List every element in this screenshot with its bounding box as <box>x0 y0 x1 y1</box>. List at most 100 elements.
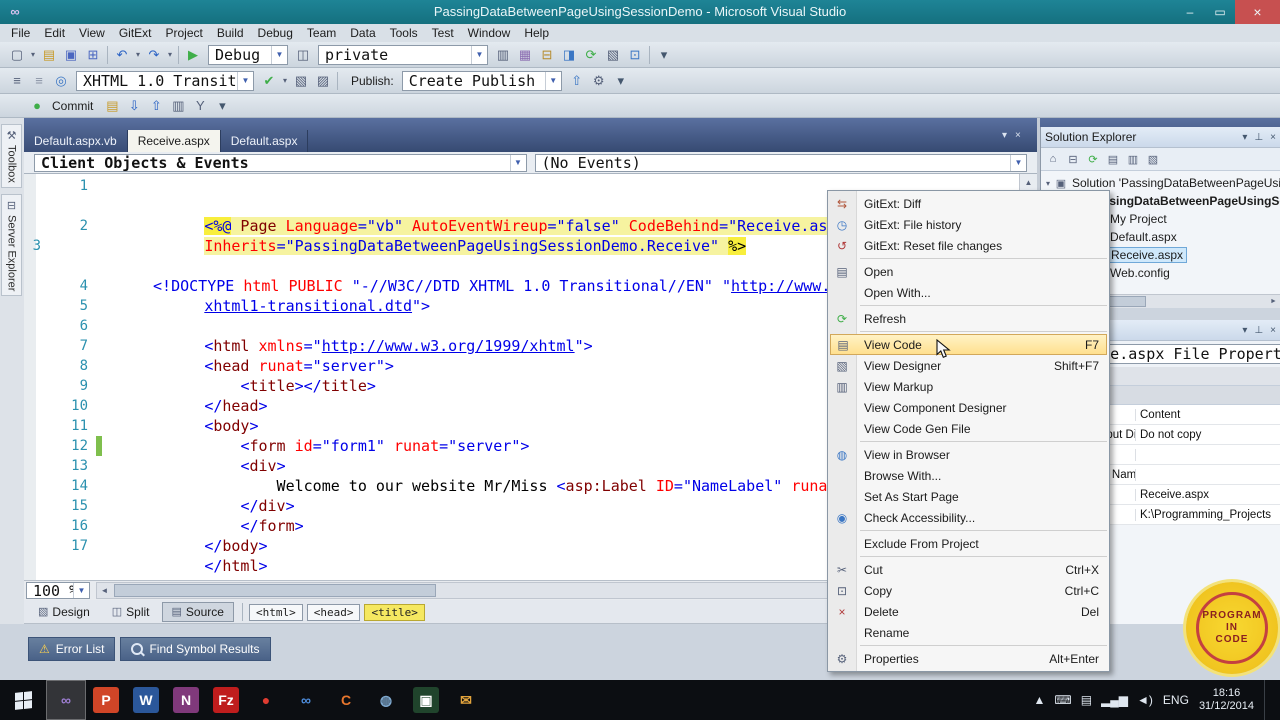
package-manager-icon[interactable]: ▦ <box>514 44 536 66</box>
start-debug-icon[interactable]: ▶ <box>182 44 204 66</box>
home-icon[interactable]: ⌂ <box>1043 150 1063 168</box>
view-code-icon[interactable]: ▥ <box>1123 150 1143 168</box>
menu-project[interactable]: Project <box>159 25 210 41</box>
commit-icon[interactable]: ● <box>26 95 48 117</box>
scrollbar-thumb[interactable] <box>114 584 436 597</box>
save-icon[interactable]: ▣ <box>60 44 82 66</box>
menu-cut[interactable]: ✂ Cut Ctrl+X <box>828 559 1109 580</box>
menu-window[interactable]: Window <box>461 25 518 41</box>
property-value[interactable]: Content <box>1136 409 1280 421</box>
pin-icon[interactable]: ⊥ <box>1254 325 1263 336</box>
browser-globe-taskbar-icon[interactable]: ◍ <box>366 680 406 720</box>
close-icon[interactable]: × <box>1270 325 1276 336</box>
menu-open-with[interactable]: Open With... <box>828 282 1109 303</box>
save-all-icon[interactable]: ⊞ <box>82 44 104 66</box>
properties-icon[interactable]: ▧ <box>1143 150 1163 168</box>
pull-icon[interactable]: ⇩ <box>123 95 145 117</box>
language-indicator[interactable]: ENG <box>1163 693 1189 707</box>
overflow-chevron-icon[interactable]: ▾ <box>653 44 675 66</box>
menu-rename[interactable]: Rename <box>828 622 1109 643</box>
format-list-icon[interactable]: ≡ <box>6 70 28 92</box>
show-desktop-button[interactable] <box>1264 680 1270 720</box>
target-schema-combo[interactable]: XHTML 1.0 Transition▼ <box>76 70 254 91</box>
menu-view-code[interactable]: ▤ View Code F7 <box>830 334 1107 355</box>
split-view-button[interactable]: ◫ Split <box>102 602 160 622</box>
visual-studio-taskbar-icon[interactable]: ∞ <box>46 680 86 720</box>
visual-studio-blue-taskbar-icon[interactable]: ∞ <box>286 680 326 720</box>
target-schema-icon[interactable]: ◎ <box>50 70 72 92</box>
close-icon[interactable]: × <box>1270 132 1276 143</box>
side-tab-toolbox[interactable]: ⚒ Toolbox <box>1 124 22 188</box>
commit-button[interactable]: Commit <box>52 99 93 113</box>
minimize-button[interactable]: – <box>1175 0 1205 24</box>
window-menu-icon[interactable]: ▾ <box>1242 132 1247 143</box>
scroll-left-icon[interactable]: ◄ <box>97 586 112 595</box>
expander-icon[interactable]: ▾ <box>1043 179 1053 188</box>
close-document-icon[interactable]: × <box>1015 130 1021 141</box>
show-hidden-icons-icon[interactable]: ▲ <box>1034 693 1046 707</box>
events-combo[interactable]: (No Events) ▼ <box>534 153 1027 172</box>
close-button[interactable]: × <box>1235 0 1280 24</box>
dropdown-arrow-icon[interactable]: ▾ <box>280 70 290 92</box>
publish-settings-combo[interactable]: Create Publish Settings▼ <box>401 70 562 91</box>
menu-copy[interactable]: ⊡ Copy Ctrl+C <box>828 580 1109 601</box>
menu-view-code-gen-file[interactable]: View Code Gen File <box>828 418 1109 439</box>
new-file-icon[interactable]: ▢ <box>6 44 28 66</box>
touch-keyboard-icon[interactable]: ⌨ <box>1054 693 1071 707</box>
toolbar-separator[interactable] <box>337 71 338 90</box>
menu-team[interactable]: Team <box>300 25 343 41</box>
show-all-files-icon[interactable]: ▤ <box>1103 150 1123 168</box>
menu-debug[interactable]: Debug <box>251 25 300 41</box>
branch-icon[interactable]: Y <box>189 95 211 117</box>
design-view-button[interactable]: ▧ Design <box>28 602 100 622</box>
refresh-icon[interactable]: ⟳ <box>580 44 602 66</box>
settings-gear-icon[interactable]: ⚙ <box>588 70 610 92</box>
active-files-dropdown-icon[interactable]: ▾ <box>1002 130 1007 141</box>
error-list-tab[interactable]: ⚠ Error List <box>28 637 116 661</box>
network-icon[interactable]: ▂▄▆ <box>1101 693 1128 707</box>
tab-receive-aspx[interactable]: Receive.aspx <box>127 130 221 152</box>
menu-browse-with[interactable]: Browse With... <box>828 465 1109 486</box>
tab-default-aspx-vb[interactable]: Default.aspx.vb <box>24 130 128 152</box>
property-value[interactable]: K:\Programming_Projects <box>1136 509 1280 521</box>
menu-gitext-diff[interactable]: ⇆ GitExt: Diff <box>828 193 1109 214</box>
tag-breadcrumb-chip[interactable]: <html> <box>248 603 303 621</box>
maximize-button[interactable]: ▭ <box>1205 0 1235 24</box>
menu-view-component-designer[interactable]: View Component Designer <box>828 397 1109 418</box>
tab-default-aspx[interactable]: Default.aspx <box>220 130 309 152</box>
menu-check-accessibility[interactable]: ◉ Check Accessibility... <box>828 507 1109 528</box>
zoom-combo[interactable]: 100 %▼ <box>26 582 90 600</box>
action-center-icon[interactable]: ▤ <box>1081 693 1092 707</box>
property-value[interactable]: Receive.aspx <box>1136 489 1280 501</box>
photo-app-taskbar-icon[interactable]: ▣ <box>406 680 446 720</box>
objects-combo[interactable]: Client Objects & Events ▼ <box>34 153 527 172</box>
browse-repository-icon[interactable]: ▤ <box>101 95 123 117</box>
start-button[interactable] <box>0 680 46 720</box>
menu-view-markup[interactable]: ▥ View Markup <box>828 376 1109 397</box>
menu-delete[interactable]: × Delete Del <box>828 601 1109 622</box>
source-view-button[interactable]: ▤ Source <box>161 601 234 622</box>
attach-process-icon[interactable]: ◫ <box>292 44 314 66</box>
menu-test[interactable]: Test <box>425 25 461 41</box>
powerpoint-taskbar-icon[interactable]: P <box>86 680 126 720</box>
menu-open[interactable]: ▤ Open <box>828 261 1109 282</box>
menu-gitext[interactable]: GitExt <box>112 25 159 41</box>
menu-edit[interactable]: Edit <box>37 25 72 41</box>
menu-data[interactable]: Data <box>343 25 382 41</box>
push-icon[interactable]: ⇧ <box>145 95 167 117</box>
find-in-files-icon[interactable]: ▥ <box>492 44 514 66</box>
outline-icon[interactable]: ≡ <box>28 70 50 92</box>
overflow-chevron-icon[interactable]: ▾ <box>211 95 233 117</box>
dropdown-arrow-icon[interactable]: ▾ <box>165 44 175 66</box>
menu-properties[interactable]: ⚙ Properties Alt+Enter <box>828 648 1109 669</box>
scroll-right-icon[interactable]: ► <box>1267 298 1280 305</box>
c-app-taskbar-icon[interactable]: C <box>326 680 366 720</box>
toolbar-separator[interactable] <box>178 45 179 64</box>
toolbar-separator[interactable] <box>107 45 108 64</box>
team-explorer-icon[interactable]: ◨ <box>558 44 580 66</box>
menu-build[interactable]: Build <box>210 25 251 41</box>
dropdown-arrow-icon[interactable]: ▾ <box>133 44 143 66</box>
red-media-taskbar-icon[interactable]: ● <box>246 680 286 720</box>
onenote-taskbar-icon[interactable]: N <box>166 680 206 720</box>
find-symbol-results-tab[interactable]: Find Symbol Results <box>120 637 271 661</box>
